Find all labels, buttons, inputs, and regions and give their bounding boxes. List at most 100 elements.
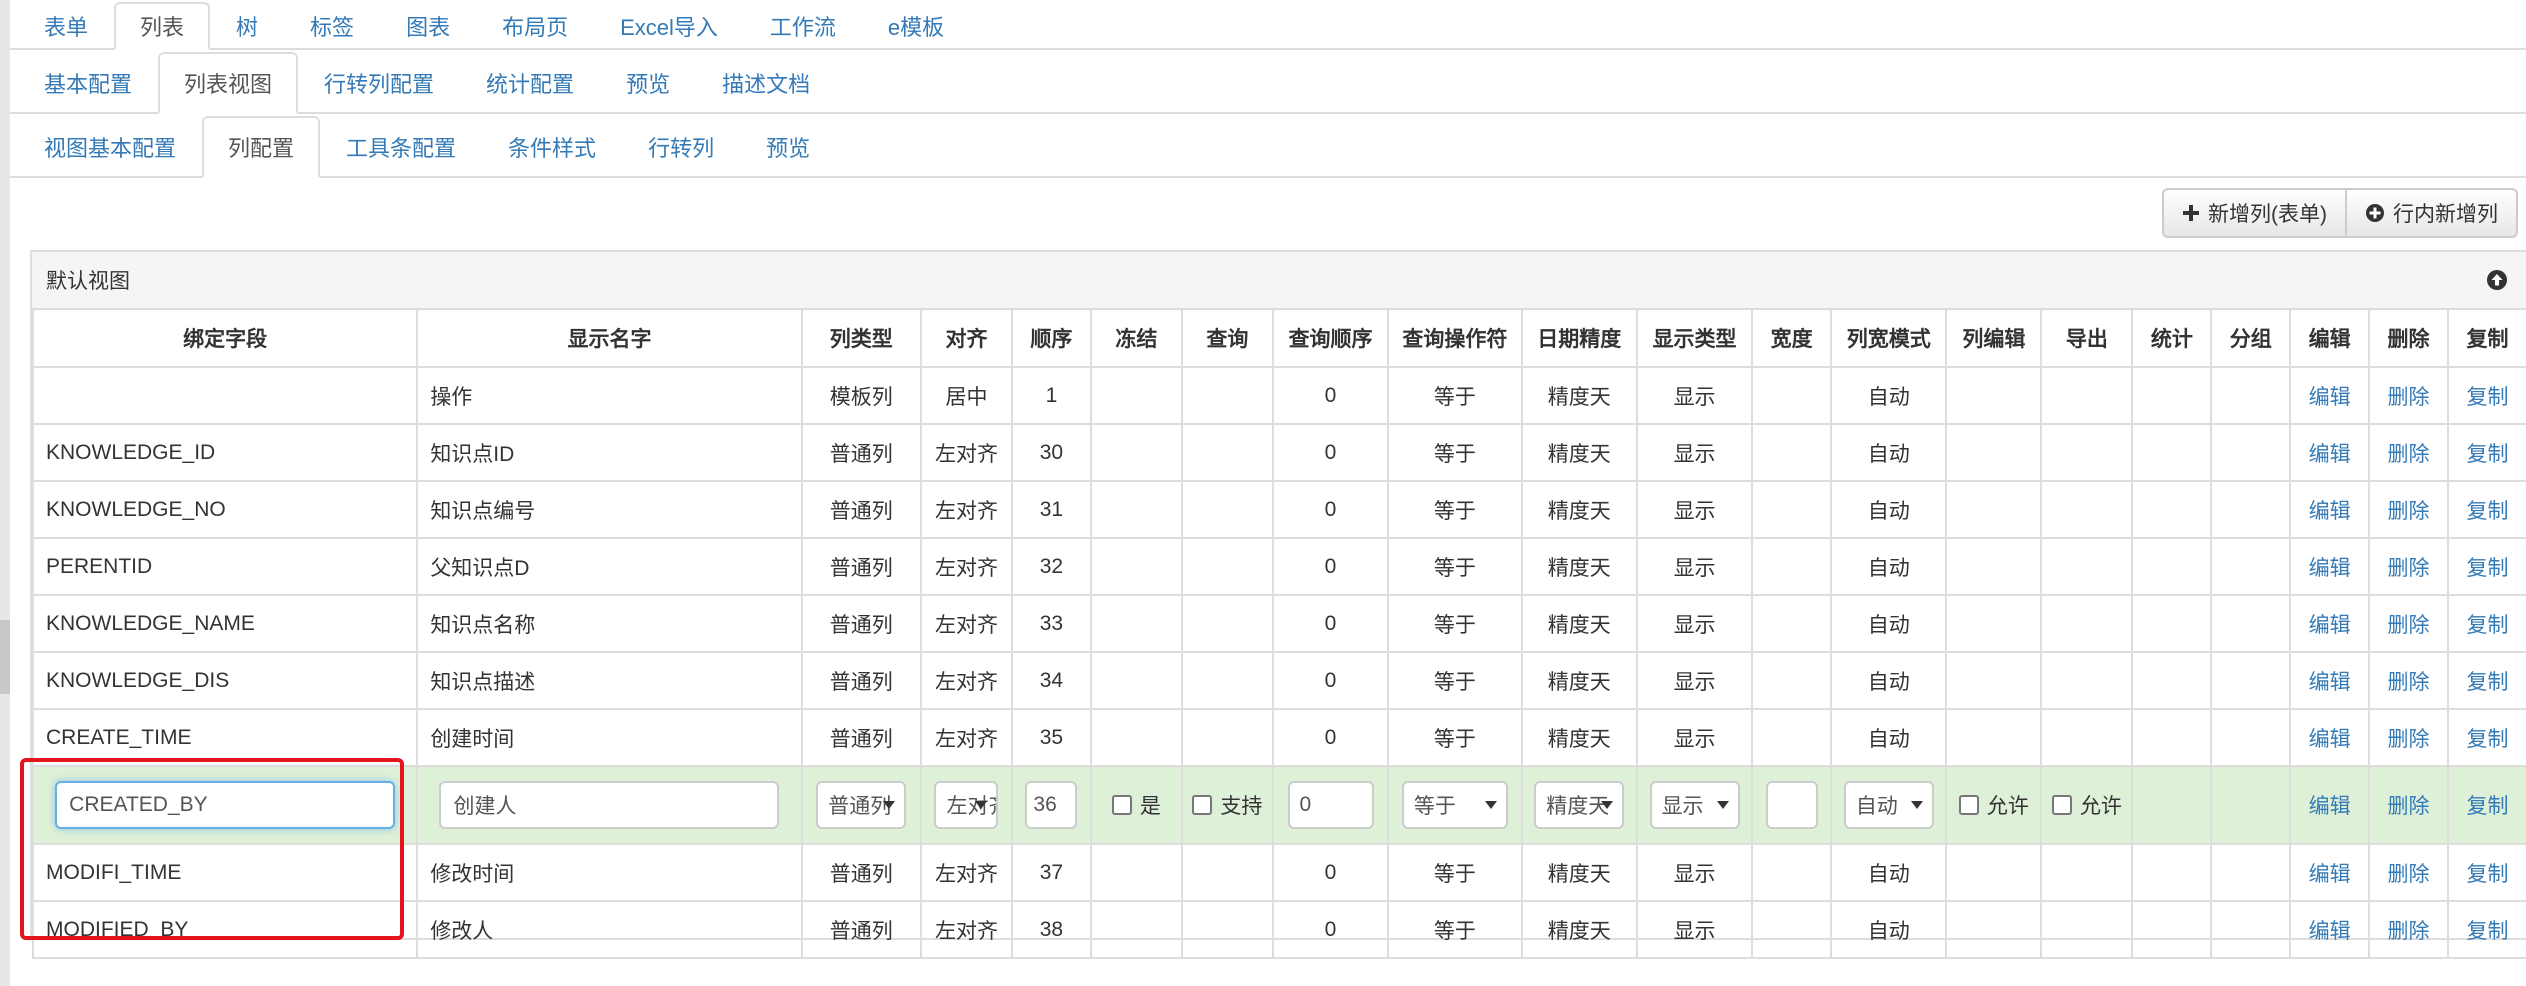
cell-align: 左对齐: [919, 900, 1013, 959]
tab-list-1[interactable]: 列表视图: [158, 52, 299, 114]
tab-view-2[interactable]: 工具条配置: [320, 116, 482, 178]
tab-view-0[interactable]: 视图基本配置: [18, 116, 202, 178]
cell-align: 左对齐: [919, 480, 1013, 539]
delete-link[interactable]: 删除: [2388, 920, 2430, 943]
checkbox-box[interactable]: [1958, 794, 1979, 815]
cell-display-name: 父知识点D: [416, 537, 803, 596]
tab-view-5[interactable]: 预览: [740, 116, 836, 178]
delete-link[interactable]: 删除: [2388, 500, 2430, 523]
checkbox-box[interactable]: [2051, 794, 2072, 815]
edit-link[interactable]: 编辑: [2309, 795, 2351, 818]
column-edit-checkbox[interactable]: 允许: [1958, 790, 2029, 820]
align-select[interactable]: 左对齐: [934, 781, 999, 829]
cell-column-edit: [1945, 366, 2043, 425]
cell-stat: [2131, 423, 2213, 482]
tab-main-0[interactable]: 表单: [18, 2, 114, 50]
checkbox-box[interactable]: [1111, 794, 1132, 815]
edit-link[interactable]: 编辑: [2309, 557, 2351, 580]
display-name-input[interactable]: [439, 781, 780, 829]
copy-cell: 复制: [2446, 765, 2526, 845]
page-scrollbar-strip[interactable]: [0, 0, 10, 986]
tab-list-0[interactable]: 基本配置: [18, 52, 158, 114]
tab-list-3[interactable]: 统计配置: [460, 52, 600, 114]
cell-stat: [2131, 480, 2213, 539]
copy-link[interactable]: 复制: [2466, 386, 2508, 409]
table-row: KNOWLEDGE_NAME 知识点名称 普通列 左对齐 33 0 等于 精度天 显示 自动 编辑 删…: [31, 594, 2526, 653]
export-checkbox[interactable]: 允许: [2051, 790, 2122, 820]
cell-display-type: 显示: [1635, 537, 1754, 596]
delete-link[interactable]: 删除: [2388, 671, 2430, 694]
add-column-form-button[interactable]: 新增列(表单): [2162, 188, 2347, 238]
copy-link[interactable]: 复制: [2466, 443, 2508, 466]
edit-link[interactable]: 编辑: [2309, 863, 2351, 886]
copy-link[interactable]: 复制: [2466, 557, 2508, 580]
date-precision-select[interactable]: 精度天: [1534, 781, 1625, 829]
column-header-2: 列类型: [800, 308, 922, 368]
edit-link[interactable]: 编辑: [2309, 920, 2351, 943]
delete-link[interactable]: 删除: [2388, 386, 2430, 409]
edit-link[interactable]: 编辑: [2309, 386, 2351, 409]
circle-arrow-up-icon[interactable]: [2486, 269, 2508, 291]
tab-main-8[interactable]: e模板: [862, 2, 970, 50]
cell-width: [1751, 594, 1833, 653]
copy-link[interactable]: 复制: [2466, 671, 2508, 694]
cell-column-type: 普通列: [800, 537, 922, 596]
copy-link[interactable]: 复制: [2466, 863, 2508, 886]
copy-link[interactable]: 复制: [2466, 728, 2508, 751]
delete-link[interactable]: 删除: [2388, 728, 2430, 751]
tab-main-3[interactable]: 标签: [284, 2, 380, 50]
delete-link[interactable]: 删除: [2388, 863, 2430, 886]
column-header-6: 查询: [1180, 308, 1274, 368]
tab-view-3[interactable]: 条件样式: [482, 116, 622, 178]
query-checkbox[interactable]: 支持: [1192, 790, 1262, 820]
column-type-select[interactable]: 普通列: [816, 781, 907, 829]
edit-link[interactable]: 编辑: [2309, 500, 2351, 523]
cell-export: [2040, 537, 2134, 596]
cell-display-type: 显示: [1635, 480, 1754, 539]
copy-link[interactable]: 复制: [2466, 795, 2508, 818]
delete-link[interactable]: 删除: [2388, 614, 2430, 637]
edit-link[interactable]: 编辑: [2309, 728, 2351, 751]
checkbox-box[interactable]: [1192, 794, 1213, 815]
edit-link[interactable]: 编辑: [2309, 443, 2351, 466]
copy-link[interactable]: 复制: [2466, 614, 2508, 637]
scrollbar-thumb[interactable]: [0, 620, 10, 694]
width-mode-select[interactable]: 自动: [1843, 781, 1934, 829]
freeze-checkbox[interactable]: 是: [1111, 790, 1161, 820]
delete-link[interactable]: 删除: [2388, 795, 2430, 818]
chevron-down-icon: [1484, 801, 1497, 809]
tab-list-2[interactable]: 行转列配置: [298, 52, 460, 114]
edit-link[interactable]: 编辑: [2309, 671, 2351, 694]
tab-main-4[interactable]: 图表: [380, 2, 476, 50]
field-input[interactable]: [55, 781, 396, 829]
cell-column-edit: [1945, 843, 2043, 902]
order-input[interactable]: [1025, 781, 1078, 829]
column-config-table: 绑定字段 显示名字 列类型 对齐 顺序 冻结 查询 查询顺序 查询操作符 日期精度 显示类型 宽度 列宽…: [31, 308, 2526, 959]
copy-link[interactable]: 复制: [2466, 500, 2508, 523]
cell-column-edit: [1945, 594, 2043, 653]
delete-link[interactable]: 删除: [2388, 557, 2430, 580]
cell-date-precision: 精度天: [1520, 708, 1638, 767]
tab-view-1[interactable]: 列配置: [202, 116, 321, 178]
edit-link[interactable]: 编辑: [2309, 614, 2351, 637]
tab-main-6[interactable]: Excel导入: [594, 2, 744, 50]
copy-link[interactable]: 复制: [2466, 920, 2508, 943]
cell-order: 37: [1010, 843, 1092, 902]
tab-main-5[interactable]: 布局页: [476, 2, 594, 50]
tab-main-7[interactable]: 工作流: [744, 2, 862, 50]
tab-list-4[interactable]: 预览: [600, 52, 696, 114]
tab-list-5[interactable]: 描述文档: [696, 52, 836, 114]
tab-main-2[interactable]: 树: [210, 2, 284, 50]
tab-main-1[interactable]: 列表: [114, 2, 211, 50]
tab-view-4[interactable]: 行转列: [622, 116, 740, 178]
add-column-inline-button[interactable]: 行内新增列: [2347, 188, 2518, 238]
column-header-1: 显示名字: [416, 308, 803, 368]
display-type-select[interactable]: 显示: [1649, 781, 1740, 829]
cell-query-operator: 等于: [1387, 765, 1523, 845]
cell-freeze: [1089, 900, 1183, 959]
query-operator-select[interactable]: 等于: [1401, 781, 1508, 829]
query-order-input[interactable]: [1287, 781, 1374, 829]
width-input[interactable]: [1765, 781, 1818, 829]
column-header-13: 列编辑: [1945, 308, 2043, 368]
delete-link[interactable]: 删除: [2388, 443, 2430, 466]
